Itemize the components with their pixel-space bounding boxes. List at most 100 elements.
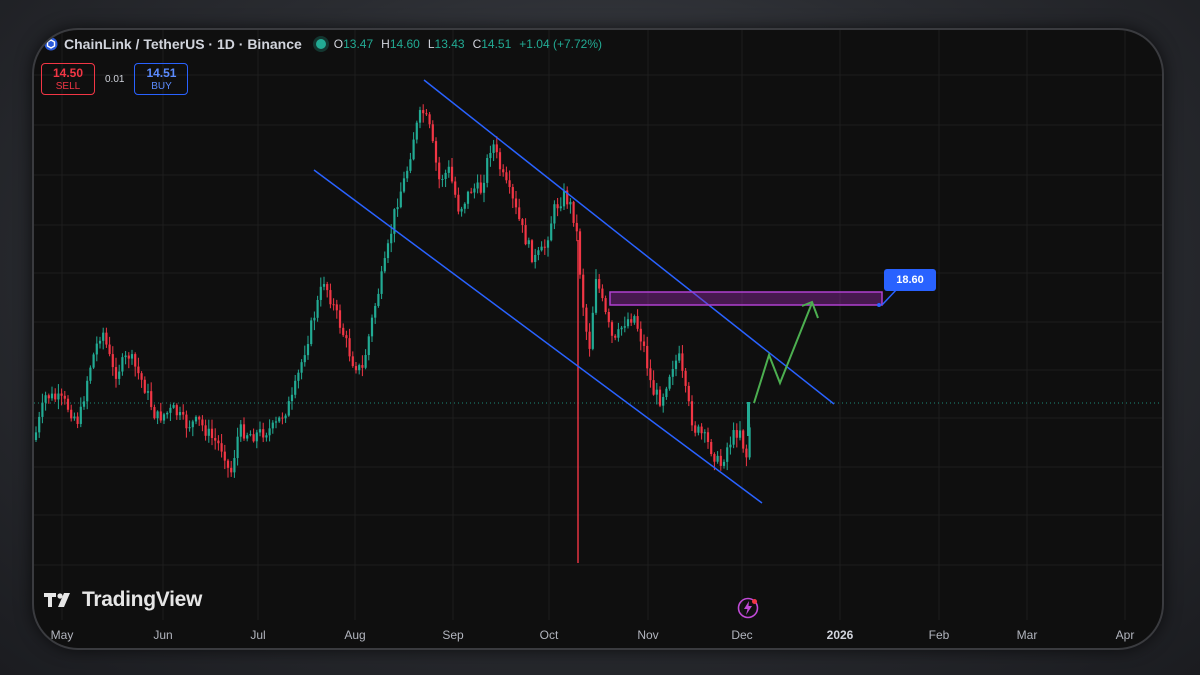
candle [700,426,703,434]
candle [338,310,342,328]
time-axis-label: Mar [1016,628,1038,642]
candle [297,372,300,381]
candle [610,322,614,336]
candle [281,417,284,419]
candle [662,397,665,406]
candle [674,360,678,370]
candle [511,187,514,199]
candle [482,182,486,193]
candle [591,312,594,349]
candle [418,110,422,123]
tradingview-logo-icon [44,593,70,607]
candle [601,288,604,299]
candle [159,411,162,421]
candle [124,355,127,358]
candle [572,201,575,223]
symbol-title[interactable]: ChainLink / TetherUS · 1D · Binance [64,36,302,52]
resistance-zone [609,291,883,306]
candle [207,428,210,436]
candle [361,365,364,368]
candle [697,426,700,433]
candle [63,395,66,399]
candle [470,191,473,193]
candle [210,428,214,438]
buy-price: 14.51 [146,66,177,80]
candle [223,451,226,461]
candle [118,371,121,379]
candle [367,336,370,355]
open-value: O13.47 [333,37,374,51]
candle [726,447,729,462]
candle [204,425,207,436]
buy-button[interactable]: 14.51 BUY [134,63,189,95]
candle [303,355,306,363]
candle [188,427,191,429]
candle [172,405,175,408]
candle [562,190,566,207]
candle [716,455,719,462]
candle [642,341,646,346]
candle [585,307,588,332]
candle [354,366,358,371]
channel-upper-line [423,79,835,405]
candle [47,395,50,399]
candle [335,304,338,311]
candle [620,327,623,330]
price-chart[interactable] [34,30,1162,648]
candle [134,354,137,367]
candle [54,393,57,400]
candle [690,401,694,426]
candle [546,240,550,248]
candle [287,401,290,416]
candle [146,391,150,393]
candle [111,354,114,368]
candle [534,254,537,262]
candle [114,367,118,379]
candle [150,391,153,408]
candle [681,353,684,371]
candle [639,328,642,342]
candle [121,357,124,372]
time-axis-label: Oct [539,628,559,642]
candle [588,331,591,349]
candle [284,415,287,419]
lightning-icon[interactable] [737,597,759,619]
candle [412,139,415,160]
candle [409,159,412,171]
candle [191,421,194,428]
candle [530,240,534,262]
time-axis-label: Nov [637,628,659,642]
sell-price: 14.50 [52,66,84,80]
high-value: H14.60 [381,37,420,51]
candle [70,409,73,419]
candle [76,416,79,424]
candle [524,225,527,245]
candle [342,327,345,336]
candle [220,443,223,452]
candle [703,432,706,434]
candle [569,201,572,205]
sell-button[interactable]: 14.50 SELL [41,63,95,95]
target-price-label[interactable]: 18.60 [884,269,936,291]
candle [143,379,146,393]
candle [537,250,540,255]
candle [607,311,610,323]
candle [550,223,553,241]
candle [236,436,239,459]
candle [178,412,182,416]
candle [658,389,662,406]
candle [386,243,390,259]
chart-grid [34,30,1162,620]
candle [194,416,198,422]
candle [242,424,246,439]
candle [201,419,204,426]
candle [652,380,655,395]
candle [582,274,585,308]
candle [559,206,562,209]
candle [322,284,326,287]
time-axis-label: Dec [731,628,753,642]
candle [98,340,102,344]
candle [742,430,745,449]
candle [428,114,431,125]
candle [649,368,652,381]
